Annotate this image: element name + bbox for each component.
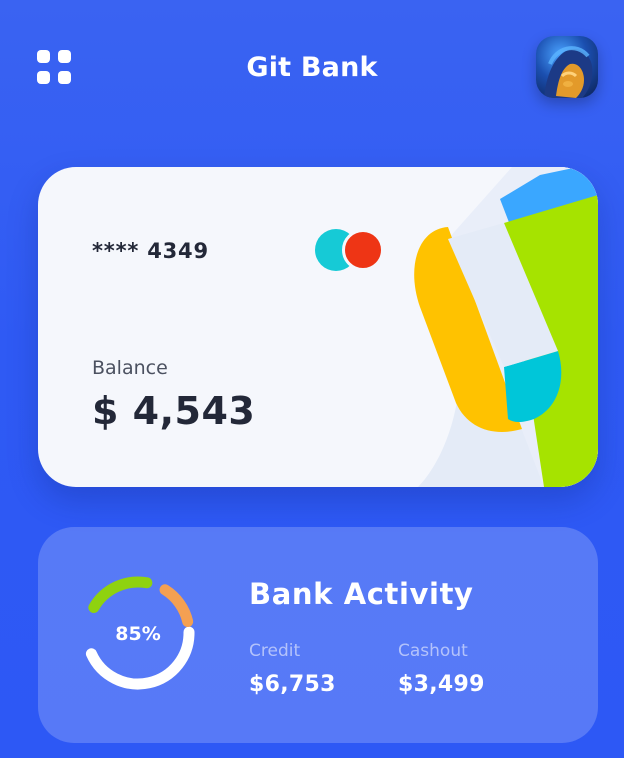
app-title: Git Bank [246, 52, 378, 83]
card-graphic [414, 167, 598, 487]
card-brand-logo-red-icon [342, 229, 384, 271]
ring-segment-green [88, 576, 153, 613]
balance-label: Balance [92, 357, 168, 379]
app-header: Git Bank [0, 0, 624, 140]
card-number: **** 4349 [92, 239, 209, 263]
credit-value: $6,753 [249, 672, 336, 697]
avatar-portrait-icon [544, 46, 593, 98]
user-avatar[interactable] [536, 36, 598, 98]
activity-percent: 85% [115, 623, 161, 645]
activity-title: Bank Activity [249, 577, 474, 611]
balance-value: $ 4,543 [92, 389, 256, 433]
ring-segment-orange [159, 584, 194, 628]
bank-card[interactable]: **** 4349 Balance $ 4,543 [38, 167, 598, 487]
credit-label: Credit [249, 641, 301, 661]
cashout-value: $3,499 [398, 672, 485, 697]
cashout-label: Cashout [398, 641, 468, 661]
